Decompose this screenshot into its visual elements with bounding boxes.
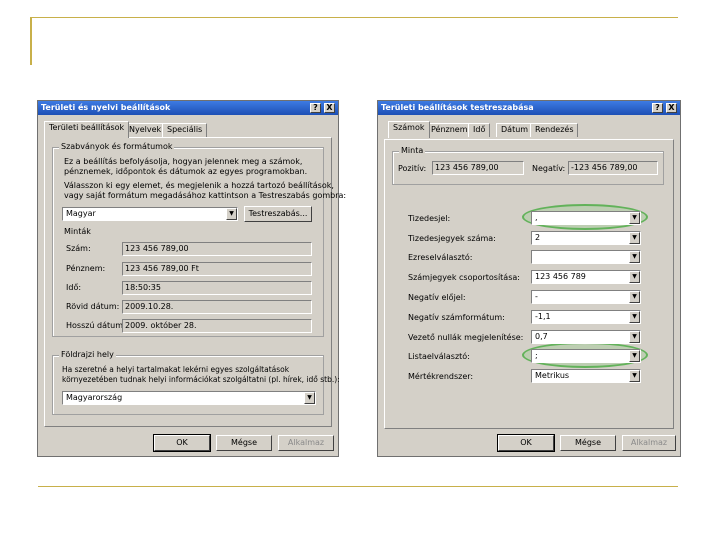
slide-top-rule <box>30 17 678 18</box>
cancel-button[interactable]: Mégse <box>216 435 272 451</box>
negative-sample: -123 456 789,00 <box>568 161 658 175</box>
tab-languages[interactable]: Nyelvek <box>124 123 167 137</box>
tab-regional-options[interactable]: Területi beállítások <box>44 121 130 138</box>
chevron-down-icon[interactable]: ▼ <box>629 251 640 263</box>
locale-value: Magyar <box>66 209 96 218</box>
digit-grouping-select[interactable]: 123 456 789 ▼ <box>531 270 641 284</box>
title-bar: Területi és nyelvi beállítások <box>38 101 338 115</box>
title-bar: Területi beállítások testreszabása <box>378 101 680 115</box>
chevron-down-icon[interactable]: ▼ <box>629 232 640 244</box>
chevron-down-icon[interactable]: ▼ <box>629 311 640 323</box>
formats-description: vagy saját formátum megadásához kattints… <box>64 191 347 200</box>
measurement-system-value: Metrikus <box>535 371 570 380</box>
decimal-symbol-value: , <box>535 213 538 222</box>
list-separator-value: ; <box>535 351 538 360</box>
location-group: Földrajzi hely <box>52 350 324 415</box>
tab-time[interactable]: Idő <box>468 123 491 137</box>
chevron-down-icon[interactable]: ▼ <box>629 350 640 362</box>
formats-description: Ez a beállítás befolyásolja, hogyan jele… <box>64 157 303 166</box>
dialog-title: Területi és nyelvi beállítások <box>41 103 171 112</box>
positive-label: Pozitív: <box>398 164 427 173</box>
formats-description: Válasszon ki egy elemet, és megjelenik a… <box>64 181 334 190</box>
locale-select[interactable]: Magyar ▼ <box>62 207 238 221</box>
chevron-down-icon[interactable]: ▼ <box>629 331 640 343</box>
group-label: Minta <box>399 146 426 155</box>
help-button[interactable]: ? <box>652 103 663 113</box>
setting-label-digit-grouping: Számjegyek csoportosítása: <box>408 273 520 282</box>
ok-button[interactable]: OK <box>153 434 211 452</box>
setting-label-thousands-separator: Ezreselválasztó: <box>408 253 473 262</box>
negative-sign-value: - <box>535 292 538 301</box>
location-description: Ha szeretné a helyi tartalmakat lekérni … <box>62 365 290 374</box>
thousands-separator-select[interactable]: ▼ <box>531 250 641 264</box>
negative-label: Negatív: <box>532 164 566 173</box>
positive-sample: 123 456 789,00 <box>432 161 524 175</box>
decimal-digits-value: 2 <box>535 233 541 242</box>
tab-currency[interactable]: Pénznem <box>426 123 473 137</box>
chevron-down-icon[interactable]: ▼ <box>629 291 640 303</box>
sample-value-currency: 123 456 789,00 Ft <box>122 262 312 276</box>
sample-label-short-date: Rövid dátum: <box>66 302 120 311</box>
location-description: környezetében tudnak helyi információkat… <box>62 375 340 384</box>
sample-label-number: Szám: <box>66 244 91 253</box>
digit-grouping-value: 123 456 789 <box>535 272 586 281</box>
negative-format-value: -1,1 <box>535 312 551 321</box>
leading-zeros-select[interactable]: 0,7 ▼ <box>531 330 641 344</box>
apply-button[interactable]: Alkalmaz <box>622 435 676 451</box>
regional-settings-dialog: Területi és nyelvi beállítások ? X Terül… <box>37 100 346 457</box>
setting-label-negative-format: Negatív számformátum: <box>408 313 505 322</box>
customize-button[interactable]: Testreszabás... <box>244 206 312 222</box>
sample-value-long-date: 2009. október 28. <box>122 319 312 333</box>
close-button[interactable]: X <box>324 103 335 113</box>
tab-date[interactable]: Dátum <box>496 123 534 137</box>
chevron-down-icon[interactable]: ▼ <box>629 271 640 283</box>
ok-button[interactable]: OK <box>497 434 555 452</box>
group-label: Szabványok és formátumok <box>59 142 175 151</box>
help-button[interactable]: ? <box>310 103 321 113</box>
slide-bottom-rule <box>38 486 678 487</box>
chevron-down-icon[interactable]: ▼ <box>629 212 640 224</box>
setting-label-negative-sign: Negatív előjel: <box>408 293 466 302</box>
decimal-digits-select[interactable]: 2 ▼ <box>531 231 641 245</box>
chevron-down-icon[interactable]: ▼ <box>304 392 315 404</box>
setting-label-leading-zeros: Vezető nullák megjelenítése: <box>408 333 524 342</box>
close-button[interactable]: X <box>666 103 677 113</box>
location-value: Magyarország <box>66 393 123 402</box>
apply-button[interactable]: Alkalmaz <box>278 435 334 451</box>
slide-left-rule <box>30 17 32 65</box>
customize-regional-options-dialog: Területi beállítások testreszabása ? X S… <box>377 100 681 457</box>
samples-label: Minták <box>64 227 91 236</box>
location-select[interactable]: Magyarország ▼ <box>62 391 316 405</box>
setting-label-decimal-digits: Tizedesjegyek száma: <box>408 234 496 243</box>
setting-label-measurement-system: Mértékrendszer: <box>408 372 474 381</box>
negative-format-select[interactable]: -1,1 ▼ <box>531 310 641 324</box>
sample-value-time: 18:50:35 <box>122 281 312 295</box>
measurement-system-select[interactable]: Metrikus ▼ <box>531 369 641 383</box>
sample-label-long-date: Hosszú dátum: <box>66 321 126 330</box>
negative-sign-select[interactable]: - ▼ <box>531 290 641 304</box>
leading-zeros-value: 0,7 <box>535 332 548 341</box>
chevron-down-icon[interactable]: ▼ <box>226 208 237 220</box>
cancel-button[interactable]: Mégse <box>560 435 616 451</box>
chevron-down-icon[interactable]: ▼ <box>629 370 640 382</box>
sample-value-short-date: 2009.10.28. <box>122 300 312 314</box>
decimal-symbol-select[interactable]: , ▼ <box>531 211 641 225</box>
sample-value-number: 123 456 789,00 <box>122 242 312 256</box>
setting-label-decimal-symbol: Tizedesjel: <box>408 214 451 223</box>
setting-label-list-separator: Listaelválasztó: <box>408 352 470 361</box>
dialog-title: Területi beállítások testreszabása <box>381 103 534 112</box>
tab-sorting[interactable]: Rendezés <box>530 123 579 137</box>
tab-advanced[interactable]: Speciális <box>162 123 208 137</box>
sample-label-time: Idő: <box>66 283 82 292</box>
group-label: Földrajzi hely <box>59 350 116 359</box>
sample-label-currency: Pénznem: <box>66 264 106 273</box>
list-separator-select[interactable]: ; ▼ <box>531 349 641 363</box>
formats-description: pénznemek, időpontok és dátumok az egyes… <box>64 167 308 176</box>
tab-numbers[interactable]: Számok <box>388 121 430 138</box>
